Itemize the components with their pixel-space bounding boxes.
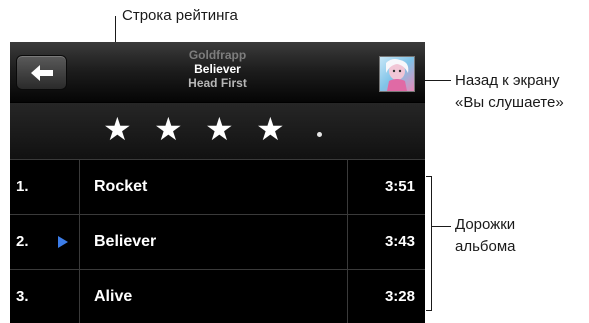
track-title: Believer: [94, 233, 157, 250]
rating-star-3[interactable]: ★: [205, 109, 234, 149]
song-title: Believer: [194, 62, 241, 76]
album-track-list: 1. Rocket 3:51 2. Believer 3:43 3. Alive…: [10, 160, 425, 323]
rating-empty-dot-5[interactable]: [317, 132, 322, 137]
track-title: Alive: [94, 288, 133, 305]
track-title: Rocket: [94, 178, 148, 195]
now-playing-info: Goldfrapp Believer Head First: [90, 48, 345, 90]
album-art-thumbnail[interactable]: [379, 56, 415, 92]
track-row[interactable]: 3. Alive 3:28: [10, 270, 425, 323]
rating-bar[interactable]: ★ ★ ★ ★: [10, 103, 425, 160]
now-playing-indicator-icon: [58, 236, 68, 248]
callout-album-tracks-line2: альбома: [455, 238, 516, 255]
back-arrow-icon: [30, 64, 53, 81]
track-number: 2.: [16, 233, 29, 250]
callout-album-tracks-leader: [431, 226, 451, 227]
callout-rating-bar-text: Строка рейтинга: [122, 7, 238, 24]
track-duration-divider: [347, 160, 348, 323]
rating-star-1[interactable]: ★: [103, 109, 132, 149]
track-number: 3.: [16, 288, 29, 305]
callout-back-to-now-playing: Назад к экрану «Вы слушаете»: [455, 70, 564, 114]
track-duration: 3:43: [384, 233, 415, 250]
rating-star-4[interactable]: ★: [256, 109, 285, 149]
track-row[interactable]: 2. Believer 3:43: [10, 215, 425, 270]
track-row[interactable]: 1. Rocket 3:51: [10, 160, 425, 215]
track-duration: 3:51: [384, 178, 415, 195]
album-art-icon: [380, 57, 414, 91]
callout-album-tracks-line1: Дорожки: [455, 216, 516, 233]
back-button[interactable]: [16, 55, 67, 90]
album-title: Head First: [188, 76, 247, 90]
rating-star-2[interactable]: ★: [154, 109, 183, 149]
track-number: 1.: [16, 178, 29, 195]
callout-back-line2: «Вы слушаете»: [455, 94, 564, 111]
track-number-divider: [79, 160, 80, 323]
ipod-screen: Goldfrapp Believer Head First ★ ★ ★ ★ 1.…: [10, 42, 425, 323]
track-duration: 3:28: [384, 288, 415, 305]
callout-back-line1: Назад к экрану: [455, 72, 560, 89]
now-playing-header: Goldfrapp Believer Head First: [10, 42, 425, 103]
callout-album-tracks-bracket: [426, 176, 432, 311]
callout-rating-bar: Строка рейтинга: [122, 5, 238, 27]
artist-name: Goldfrapp: [188, 48, 247, 62]
callout-album-tracks: Дорожки альбома: [455, 214, 516, 258]
